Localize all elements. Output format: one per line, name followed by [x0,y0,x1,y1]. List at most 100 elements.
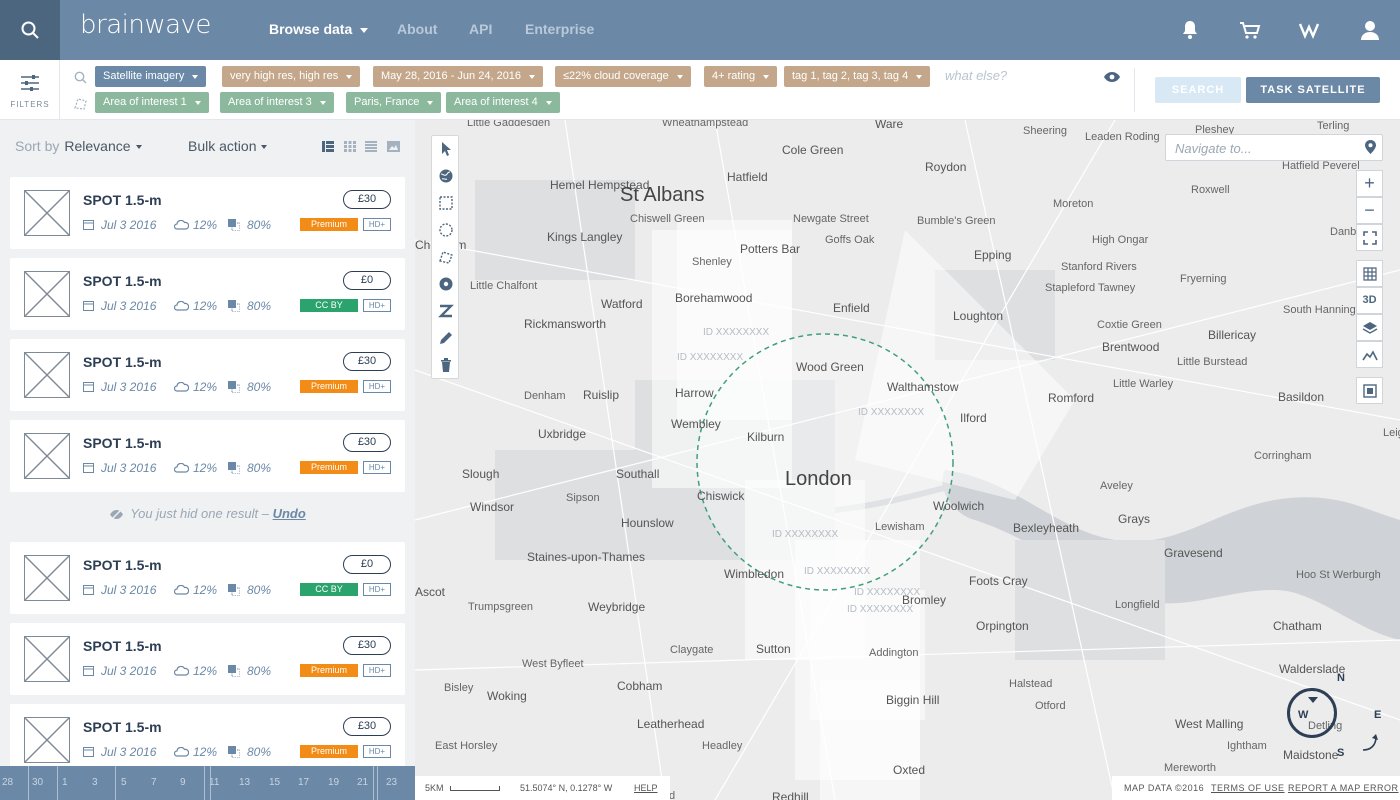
result-title[interactable]: SPOT 1.5-m [83,354,162,370]
terms-link[interactable]: TERMS OF USE [1211,783,1285,793]
imagery-tile-id[interactable]: ID XXXXXXXX [772,529,838,540]
result-title[interactable]: SPOT 1.5-m [83,557,162,573]
navigate-input[interactable]: Navigate to... [1165,134,1383,161]
imagery-tile-id[interactable]: ID XXXXXXXX [804,566,870,577]
filter-search-input[interactable]: what else? [945,68,1007,83]
3d-view-button[interactable]: 3D [1356,287,1383,314]
global-search-button[interactable] [0,0,60,60]
map-scale-bar: 5KM 51.5074° N, 0.1278° W HELP [415,776,670,800]
result-cloud-cover: 12% [193,380,218,394]
filter-pill-rating[interactable]: 4+ rating [704,66,778,87]
eye-icon[interactable] [1103,71,1121,83]
trash-icon[interactable] [438,357,454,373]
result-price[interactable]: £0 [343,555,391,574]
circle-select-icon[interactable] [438,222,454,238]
cart-icon[interactable] [1238,18,1262,42]
result-card[interactable]: SPOT 1.5-m Jul 3 2016 12% 80% £0 CC BY HD+ [10,542,405,614]
quality-badge: HD+ [363,664,391,677]
map-place-label: Fryerning [1180,273,1227,285]
coverage-icon [228,381,240,393]
result-price[interactable]: £30 [343,433,391,452]
filter-pill-tags[interactable]: tag 1, tag 2, tag 3, tag 4 [784,66,931,87]
result-price[interactable]: £30 [343,717,391,736]
fullscreen-button[interactable] [1356,224,1383,251]
layers-button[interactable] [1356,314,1383,341]
bulk-action-menu[interactable]: Bulk action [188,138,268,154]
undo-link[interactable]: Undo [273,506,306,521]
imagery-tile-id[interactable]: ID XXXXXXXX [703,327,769,338]
map-pin-icon[interactable] [1365,140,1376,154]
result-title[interactable]: SPOT 1.5-m [83,273,162,289]
nav-api[interactable]: API [469,21,492,37]
date-timeline[interactable]: 28 30 1 3 5 7 9 11 13 15 17 19 21 23 [0,766,415,800]
image-view-icon[interactable] [387,141,400,152]
compact-list-view-icon[interactable] [365,141,377,152]
measure-button[interactable] [1356,377,1383,404]
result-card[interactable]: SPOT 1.5-m Jul 3 2016 12% 80% £30 Premium HD+ [10,623,405,695]
grid-overlay-button[interactable] [1356,260,1383,287]
result-title[interactable]: SPOT 1.5-m [83,435,162,451]
filter-pill-aoi-1[interactable]: Area of interest 1 [95,92,209,113]
map-place-label: Biggin Hill [886,693,940,707]
nav-enterprise[interactable]: Enterprise [525,21,594,37]
location-icon[interactable] [438,276,454,292]
map-place-label: Hatfield [727,170,768,184]
zoom-out-button[interactable]: − [1356,197,1383,224]
grid-view-icon[interactable] [344,141,356,152]
terrain-button[interactable] [1356,341,1383,368]
compass-north: N [1337,672,1345,684]
result-price[interactable]: £30 [343,636,391,655]
map-view[interactable]: Little Gaddesden Wheathampstead Ware Sheeri… [415,120,1400,800]
brand-logo[interactable]: brainwave [80,10,211,40]
result-price[interactable]: £30 [343,352,391,371]
result-title[interactable]: SPOT 1.5-m [83,192,162,208]
drawing-toolbox [431,135,459,379]
globe-icon[interactable] [438,168,454,184]
result-card[interactable]: SPOT 1.5-m Jul 3 2016 12% 80% £30 Premium HD+ [10,339,405,411]
calendar-icon [83,585,94,595]
filter-pill-aoi-3[interactable]: Area of interest 3 [220,92,334,113]
task-satellite-button[interactable]: TASK SATELLITE [1246,77,1380,103]
large-list-view-icon[interactable] [322,141,334,152]
rectangle-select-icon[interactable] [438,195,454,211]
polygon-select-icon[interactable] [438,249,454,265]
imagery-tile-id[interactable]: ID XXXXXXXX [677,352,743,363]
user-icon[interactable] [1358,18,1382,42]
result-price[interactable]: £0 [343,271,391,290]
sort-value[interactable]: Relevance [64,138,130,154]
result-title[interactable]: SPOT 1.5-m [83,638,162,654]
search-button[interactable]: SEARCH [1155,77,1241,103]
imagery-tile-id[interactable]: ID XXXXXXXX [854,587,920,598]
pencil-icon[interactable] [438,330,454,346]
nav-about[interactable]: About [397,21,437,37]
report-error-link[interactable]: REPORT A MAP ERROR [1288,783,1399,793]
path-icon[interactable] [438,303,454,319]
rotate-icon[interactable] [1361,732,1379,752]
brainwave-mark-icon[interactable] [1298,18,1322,42]
cursor-icon[interactable] [438,141,454,157]
result-card[interactable]: SPOT 1.5-m Jul 3 2016 12% 80% £30 Premium HD+ [10,420,405,492]
result-price[interactable]: £30 [343,190,391,209]
zoom-in-button[interactable]: + [1356,170,1383,197]
result-card[interactable]: SPOT 1.5-m Jul 3 2016 12% 80% £0 CC BY HD+ [10,258,405,330]
bell-icon[interactable] [1178,18,1202,42]
filter-pill-date-range[interactable]: May 28, 2016 - Jun 24, 2016 [373,66,544,87]
sort-control[interactable]: Sort by Relevance [15,138,142,154]
result-card[interactable]: SPOT 1.5-m Jul 3 2016 12% 80% £30 Premium HD+ [10,704,405,766]
imagery-tile-id[interactable]: ID XXXXXXXX [858,407,924,418]
map-place-label: Watford [601,297,643,311]
result-card[interactable]: SPOT 1.5-m Jul 3 2016 12% 80% £30 Premium HD+ [10,177,405,249]
result-title[interactable]: SPOT 1.5-m [83,719,162,735]
filter-pill-cloud[interactable]: ≤22% cloud coverage [555,66,691,87]
compass[interactable] [1287,688,1337,738]
imagery-tile-id[interactable]: ID XXXXXXXX [847,604,913,615]
filter-pill-paris[interactable]: Paris, France [346,92,442,113]
filters-button[interactable]: FILTERS [0,60,60,120]
quality-badge: HD+ [363,745,391,758]
nav-browse-data[interactable]: Browse data [269,21,369,37]
filter-pill-resolution[interactable]: very high res, high res [222,66,361,87]
license-badge: Premium [300,461,358,474]
filter-pill-aoi-4[interactable]: Area of interest 4 [446,92,560,113]
filter-pill-type[interactable]: Satellite imagery [95,66,207,87]
help-link[interactable]: HELP [634,783,658,793]
